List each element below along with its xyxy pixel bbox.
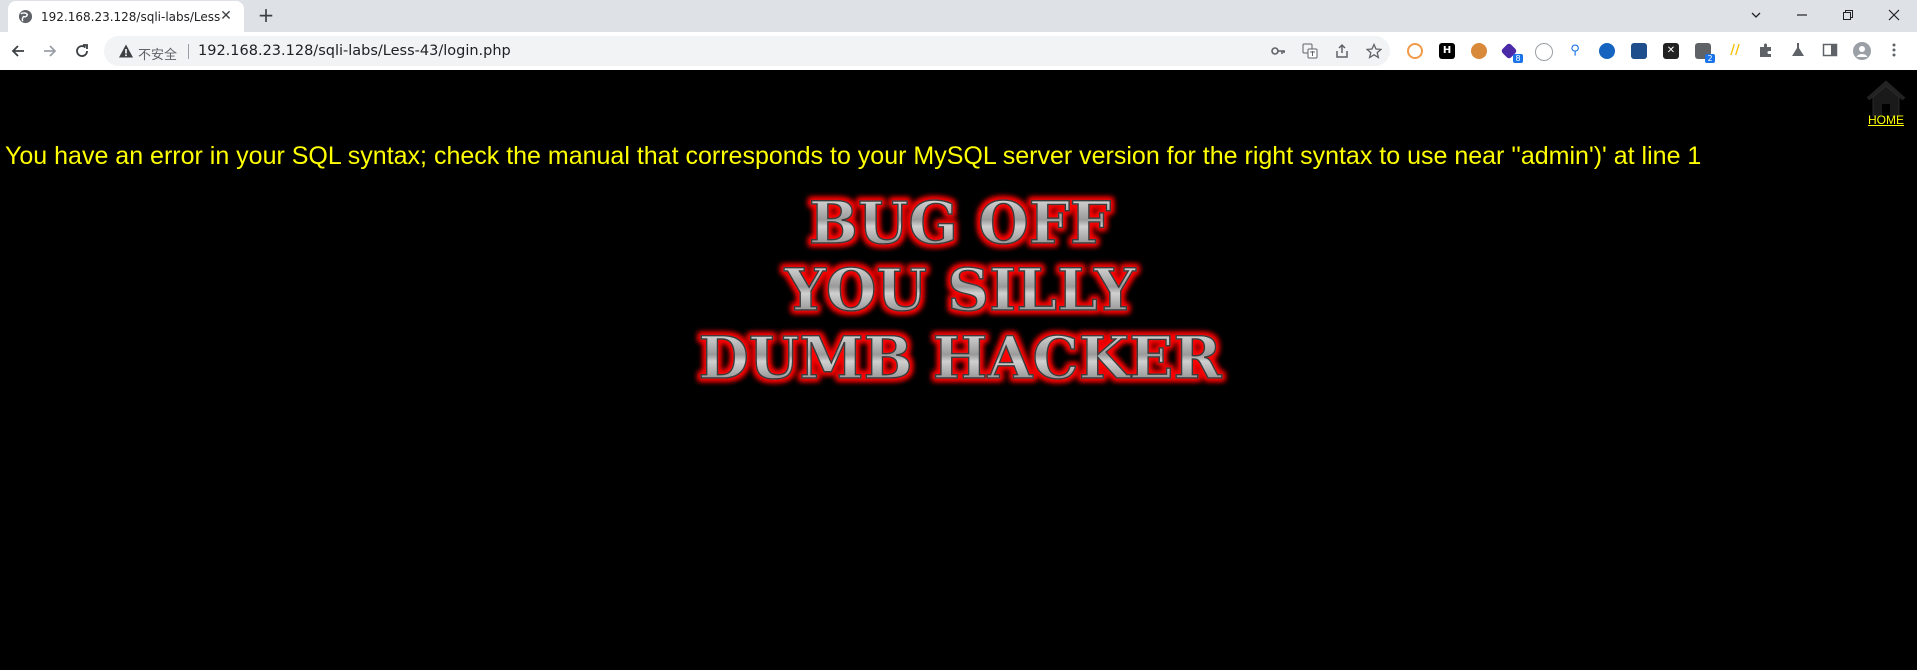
- extension-cookie-icon[interactable]: [1471, 43, 1487, 59]
- back-button[interactable]: [7, 40, 29, 62]
- extension-slashes-icon[interactable]: //: [1727, 43, 1743, 59]
- extension-blue-circle-icon[interactable]: [1599, 43, 1615, 59]
- forward-button[interactable]: [39, 40, 61, 62]
- extension-chart-icon[interactable]: [1631, 43, 1647, 59]
- extensions-puzzle-icon[interactable]: [1757, 42, 1775, 60]
- tab-search-button[interactable]: [1733, 0, 1779, 30]
- menu-kebab-icon[interactable]: [1885, 42, 1903, 60]
- url-text[interactable]: 192.168.23.128/sqli-labs/Less-43/login.p…: [198, 43, 511, 59]
- share-icon[interactable]: [1334, 43, 1350, 59]
- extension-badge: 2: [1705, 54, 1715, 63]
- extension-link-icon[interactable]: [1535, 43, 1553, 61]
- extension-ring-icon[interactable]: [1407, 43, 1423, 59]
- side-panel-icon[interactable]: [1821, 42, 1839, 60]
- image-line-2: YOU SILLY: [784, 256, 1137, 324]
- key-icon[interactable]: [1270, 43, 1286, 59]
- minimize-icon: [1797, 14, 1807, 16]
- sql-error-message: You have an error in your SQL syntax; ch…: [5, 142, 1702, 170]
- extension-x-icon[interactable]: ✕: [1663, 43, 1679, 59]
- tab-strip: 192.168.23.128/sqli-labs/Less- ✕ +: [0, 0, 1917, 32]
- chevron-down-icon: [1751, 12, 1761, 18]
- image-line-3: DUMB HACKER: [698, 324, 1222, 392]
- bug-off-hacker-image: BUG OFF YOU SILLY DUMB HACKER: [698, 188, 1223, 393]
- restore-icon: [1843, 10, 1853, 20]
- globe-icon: [18, 9, 33, 24]
- flask-icon[interactable]: [1789, 42, 1807, 60]
- minimize-button[interactable]: [1779, 0, 1825, 30]
- browser-toolbar: 不安全 192.168.23.128/sqli-labs/Less-43/log…: [0, 32, 1917, 71]
- reload-icon: [76, 44, 88, 57]
- page-content: HOME You have an error in your SQL synta…: [0, 70, 1917, 670]
- new-tab-button[interactable]: +: [256, 5, 276, 26]
- warning-icon: [119, 44, 133, 58]
- browser-tab[interactable]: 192.168.23.128/sqli-labs/Less- ✕: [8, 1, 244, 32]
- home-link-label[interactable]: HOME: [1862, 113, 1910, 127]
- extension-h-icon[interactable]: H: [1439, 43, 1455, 59]
- reload-button[interactable]: [71, 40, 93, 62]
- close-window-button[interactable]: [1871, 0, 1917, 30]
- arrow-right-icon: [44, 45, 57, 57]
- arrow-left-icon: [11, 45, 24, 57]
- omnibox-divider: [188, 44, 189, 59]
- image-line-1: BUG OFF: [809, 189, 1111, 257]
- extension-pin-icon[interactable]: ⚲: [1567, 43, 1583, 59]
- bookmark-star-icon[interactable]: [1365, 42, 1383, 59]
- extension-badge: 8: [1513, 54, 1523, 63]
- home-link[interactable]: HOME: [1862, 79, 1910, 127]
- security-label[interactable]: 不安全: [138, 44, 177, 63]
- restore-button[interactable]: [1825, 0, 1871, 30]
- profile-avatar-icon[interactable]: [1853, 42, 1871, 60]
- close-icon: [1888, 9, 1900, 21]
- tab-close-button[interactable]: ✕: [218, 8, 234, 24]
- tab-title: 192.168.23.128/sqli-labs/Less-: [41, 10, 221, 24]
- address-bar[interactable]: 不安全 192.168.23.128/sqli-labs/Less-43/log…: [104, 36, 1390, 66]
- translate-icon[interactable]: [1302, 43, 1318, 59]
